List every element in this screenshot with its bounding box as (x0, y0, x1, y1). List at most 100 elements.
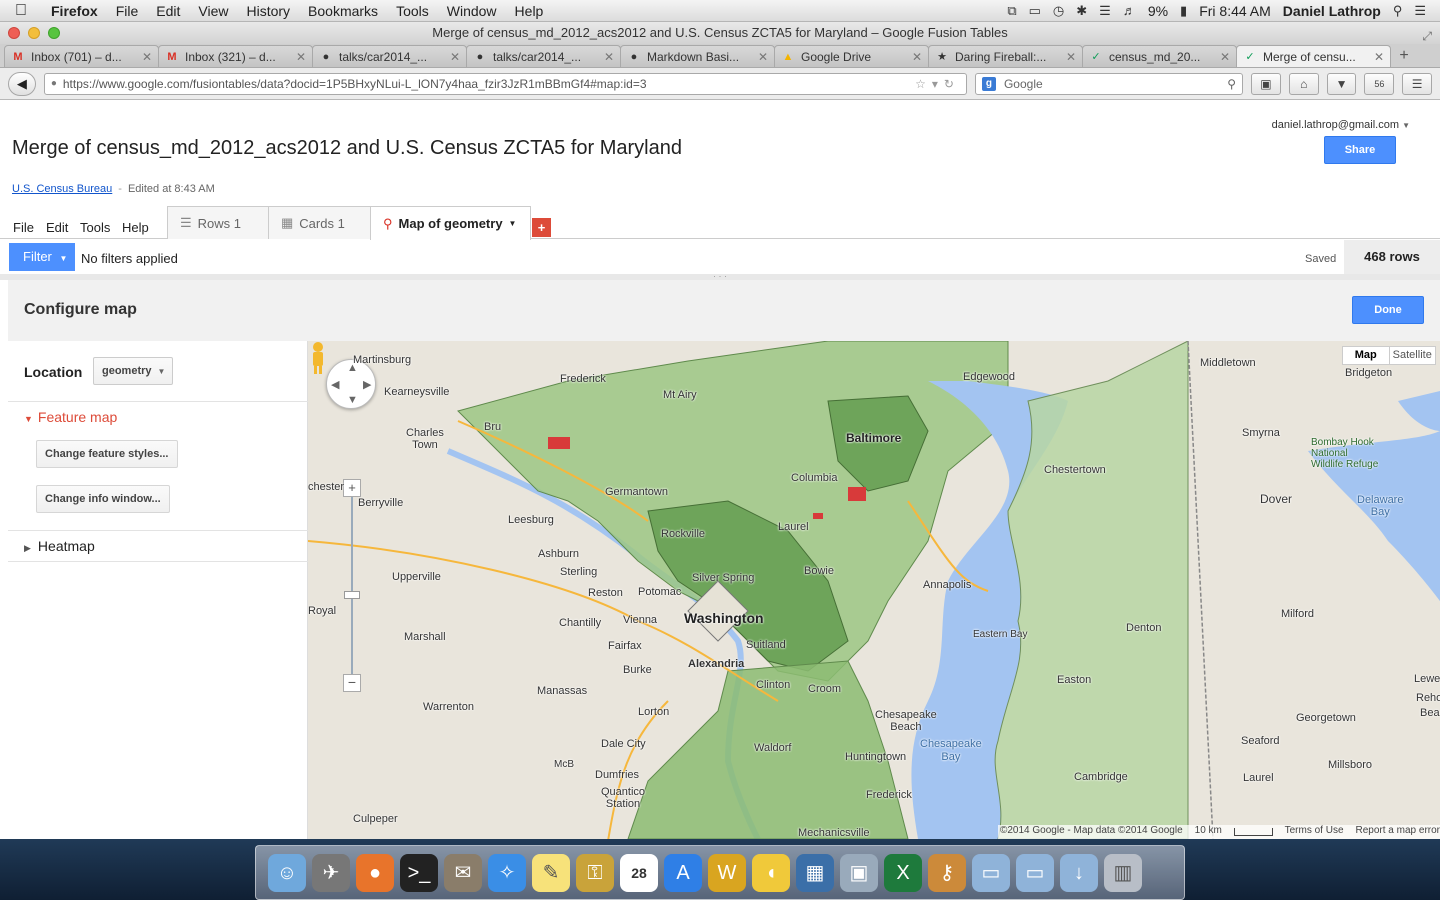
account-menu[interactable]: daniel.lathrop@gmail.com ▼ (1272, 119, 1410, 131)
close-tab-icon[interactable]: ✕ (604, 50, 614, 64)
pan-control[interactable]: ▲ ▼ ◀ ▶ (326, 359, 376, 409)
keychain-icon[interactable]: ⚿ (576, 853, 614, 892)
close-tab-icon[interactable]: ✕ (450, 50, 460, 64)
source-link[interactable]: U.S. Census Bureau (12, 183, 112, 195)
fullscreen-icon[interactable]: ⤢ (1422, 25, 1432, 47)
browser-tab-1[interactable]: M Inbox (701) – d... ✕ (4, 45, 159, 67)
menu-help[interactable]: Help (506, 3, 553, 19)
menu-history[interactable]: History (237, 3, 299, 19)
chevron-down-icon[interactable]: ▼ (1402, 121, 1410, 130)
bookmark-star-icon[interactable]: ☆▾↻ (915, 77, 960, 91)
close-window-button[interactable] (8, 27, 20, 39)
zoom-in-button[interactable]: + (343, 479, 361, 497)
menu-view[interactable]: View (189, 3, 237, 19)
screenshot-icon[interactable]: ▣ (1251, 72, 1281, 95)
close-tab-icon[interactable]: ✕ (1066, 50, 1076, 64)
spotlight-icon[interactable]: ⚲ (1393, 3, 1403, 19)
trash-icon[interactable]: ▥ (1104, 853, 1142, 892)
finder-icon[interactable]: ☺ (268, 853, 306, 892)
volume-icon[interactable]: ♬ (1123, 3, 1136, 18)
browser-tab-active[interactable]: ✓ Merge of censu... ✕ (1236, 45, 1391, 67)
calendar-icon[interactable]: 28 (620, 853, 658, 892)
location-select[interactable]: geometry ▼ (93, 357, 173, 385)
downloads-icon[interactable]: ↓ (1060, 853, 1098, 892)
google-search-icon[interactable]: g (981, 76, 996, 91)
url-text[interactable]: https://www.google.com/fusiontables/data… (63, 77, 915, 91)
zoom-slider-track[interactable] (351, 497, 353, 677)
clock[interactable]: Fri 8:44 AM (1199, 3, 1271, 19)
pocket-icon[interactable]: ▼ (1326, 72, 1357, 95)
browser-tab-4[interactable]: ● talks/car2014_... ✕ (466, 45, 621, 67)
location-value[interactable]: geometry (102, 365, 152, 377)
menu-tools[interactable]: Tools (387, 3, 438, 19)
feature-map-toggle[interactable]: ▼ Feature map (24, 409, 117, 425)
browser-tab-3[interactable]: ● talks/car2014_... ✕ (312, 45, 467, 67)
appstore-icon[interactable]: A (664, 853, 702, 892)
change-info-window-button[interactable]: Change info window... (36, 485, 170, 513)
search-box[interactable]: g Google ⚲ (974, 72, 1244, 95)
close-tab-icon[interactable]: ✕ (142, 50, 152, 64)
mail-icon[interactable]: ✉ (444, 853, 482, 892)
heatmap-label[interactable]: Heatmap (38, 538, 95, 554)
pan-right-icon[interactable]: ▶ (363, 378, 371, 391)
map-canvas[interactable]: Map Satellite ▲ ▼ ◀ ▶ + − Washington Bal… (308, 341, 1440, 839)
close-tab-icon[interactable]: ✕ (296, 50, 306, 64)
excel-icon[interactable]: X (884, 853, 922, 892)
keys-icon[interactable]: ⚷ (928, 853, 966, 892)
chevron-down-icon[interactable]: ▼ (158, 367, 166, 376)
tab-map-of-geometry[interactable]: ⚲ Map of geometry ▼ (370, 206, 531, 240)
zoom-slider-handle[interactable] (344, 591, 360, 599)
user-menu[interactable]: Daniel Lathrop (1283, 3, 1381, 19)
ft-menu-tools[interactable]: Tools (80, 220, 110, 235)
change-feature-styles-button[interactable]: Change feature styles... (36, 440, 178, 468)
folder-icon[interactable]: ▭ (972, 853, 1010, 892)
battery-icon[interactable]: ▮ (1180, 3, 1187, 19)
safari-icon[interactable]: ✧ (488, 853, 526, 892)
menu-icon[interactable]: ☰ (1402, 72, 1433, 95)
back-button[interactable]: ◀ (8, 71, 36, 96)
close-tab-icon[interactable]: ✕ (1374, 50, 1384, 64)
page-title[interactable]: Merge of census_md_2012_acs2012 and U.S.… (12, 137, 682, 160)
airplay-icon[interactable]: ▭ (1029, 3, 1041, 19)
menu-bookmarks[interactable]: Bookmarks (299, 3, 387, 19)
map-type-map[interactable]: Map (1343, 347, 1390, 364)
browser-tab-7[interactable]: ★ Daring Fireball:... ✕ (928, 45, 1083, 67)
chevron-down-icon[interactable]: ▼ (509, 219, 517, 228)
launchpad-icon[interactable]: ✈ (312, 853, 350, 892)
tab-cards[interactable]: ▦ Cards 1 (268, 206, 371, 239)
zoom-window-button[interactable] (48, 27, 60, 39)
menu-firefox[interactable]: Firefox (42, 3, 107, 19)
pegman-icon[interactable] (308, 341, 328, 375)
apple-menu-icon[interactable]:  (0, 2, 42, 20)
bluetooth-icon[interactable]: ✱ (1076, 3, 1087, 19)
dashboard-icon[interactable]: ▦ (796, 853, 834, 892)
magnifier-icon[interactable]: ⚲ (1227, 77, 1236, 91)
menu-window[interactable]: Window (438, 3, 506, 19)
ft-menu-help[interactable]: Help (122, 220, 149, 235)
firefox-icon[interactable]: ● (356, 853, 394, 892)
close-tab-icon[interactable]: ✕ (912, 50, 922, 64)
report-error-link[interactable]: Report a map error (1356, 825, 1440, 839)
filter-label[interactable]: Filter (23, 249, 52, 264)
filter-button[interactable]: Filter ▼ (9, 243, 75, 271)
home-icon[interactable]: ⌂ (1288, 72, 1319, 95)
preview-icon[interactable]: ▣ (840, 853, 878, 892)
ghostery-icon[interactable]: 56 (1364, 72, 1395, 95)
pan-down-icon[interactable]: ▼ (347, 394, 358, 406)
close-tab-icon[interactable]: ✕ (1220, 50, 1230, 64)
browser-tab-6[interactable]: ▲ Google Drive ✕ (774, 45, 929, 67)
pan-left-icon[interactable]: ◀ (331, 378, 339, 391)
menu-edit[interactable]: Edit (147, 3, 189, 19)
notes-icon[interactable]: ✎ (532, 853, 570, 892)
chevron-down-icon[interactable]: ▼ (60, 254, 68, 263)
minimize-window-button[interactable] (28, 27, 40, 39)
terms-link[interactable]: Terms of Use (1285, 825, 1344, 839)
account-email[interactable]: daniel.lathrop@gmail.com (1272, 119, 1399, 131)
wifi-icon[interactable]: ☰ (1099, 3, 1111, 19)
search-placeholder[interactable]: Google (1004, 77, 1227, 91)
menu-file[interactable]: File (107, 3, 148, 19)
map-type-control[interactable]: Map Satellite (1342, 346, 1436, 365)
zoom-out-button[interactable]: − (343, 674, 361, 692)
heatmap-toggle[interactable]: ▶ Heatmap (24, 538, 95, 554)
feature-map-label[interactable]: Feature map (38, 409, 117, 425)
